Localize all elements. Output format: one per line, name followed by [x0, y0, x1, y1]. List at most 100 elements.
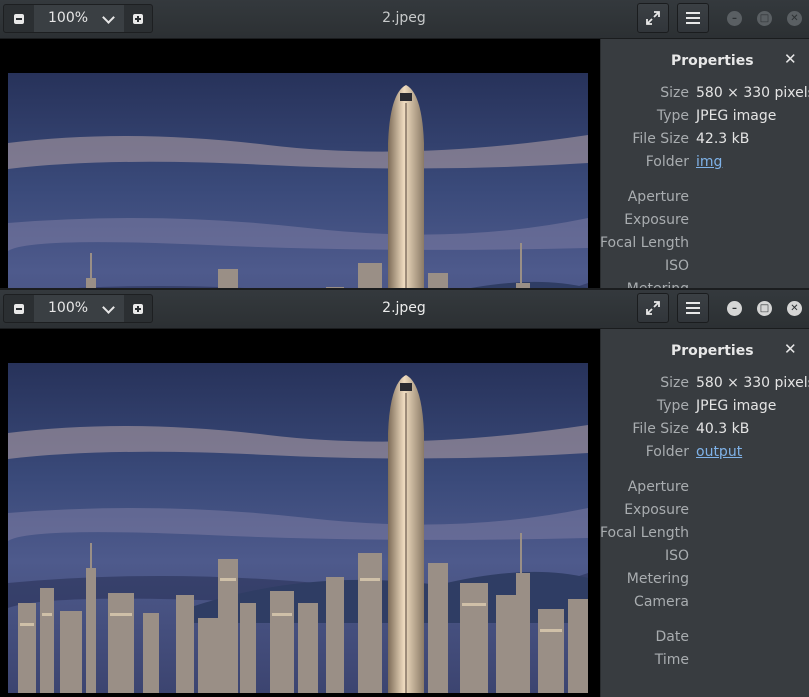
fullscreen-button[interactable] [637, 293, 669, 323]
property-key: Metering [626, 571, 689, 587]
property-row-iso: ISO [601, 258, 809, 278]
property-row-size: Size 580 × 330 pixels [601, 375, 809, 395]
property-row-focal-length: Focal Length [599, 525, 809, 545]
property-key: ISO [664, 548, 689, 564]
property-row-type: Type JPEG image [601, 398, 809, 418]
properties-panel: Properties ✕ Size 580 × 330 pixels Type JP… [600, 329, 809, 697]
property-key: Aperture [627, 479, 689, 495]
property-key: Type [656, 398, 689, 414]
property-row-file-size: File Size 42.3 kB [601, 131, 809, 151]
property-key: Date [655, 629, 689, 645]
property-value: 580 × 330 pixels [696, 375, 809, 391]
property-key: Folder [645, 154, 689, 170]
close-icon: ✕ [784, 50, 797, 68]
window-title: 2.jpeg [382, 10, 426, 26]
property-row-folder: Folder output [601, 444, 809, 464]
property-value: 42.3 kB [696, 131, 750, 147]
property-key: Aperture [627, 189, 689, 205]
property-key: File Size [632, 421, 689, 437]
property-row-time: Time [601, 652, 809, 672]
panel-title: Properties [671, 343, 754, 359]
close-panel-button[interactable]: ✕ [784, 52, 797, 67]
property-value: JPEG image [696, 398, 777, 414]
property-row-camera: Camera [601, 594, 809, 614]
zoom-out-button[interactable] [4, 295, 34, 322]
property-value: 580 × 330 pixels [696, 85, 809, 101]
window-body: Properties ✕ Size 580 × 330 pixels Type JP… [0, 329, 809, 697]
minimize-icon: – [732, 12, 737, 24]
menu-button[interactable] [677, 293, 709, 323]
close-icon: ✕ [790, 12, 799, 24]
maximize-button[interactable]: □ [757, 11, 772, 26]
property-row-iso: ISO [601, 548, 809, 568]
property-key: Type [656, 108, 689, 124]
panel-title: Properties [671, 53, 754, 69]
zoom-out-icon [14, 13, 24, 24]
zoom-control: 100% [3, 4, 153, 33]
property-row-size: Size 580 × 330 pixels [601, 85, 809, 105]
minimize-button[interactable]: – [727, 11, 742, 26]
property-row-exposure: Exposure [601, 212, 809, 232]
image-viewer-window-top: 100% 2.jpeg – □ ✕ Properties ✕ Size 580 … [0, 0, 809, 288]
zoom-level-value: 100% [48, 300, 89, 316]
property-row-metering: Metering [601, 281, 809, 288]
property-key: Exposure [624, 502, 689, 518]
property-row-aperture: Aperture [601, 479, 809, 499]
property-row-folder: Folder img [601, 154, 809, 174]
maximize-icon: □ [759, 302, 770, 314]
hamburger-menu-icon [686, 302, 700, 314]
property-key: Size [660, 85, 689, 101]
property-value: 40.3 kB [696, 421, 750, 437]
fullscreen-icon [646, 301, 660, 315]
close-icon: ✕ [784, 340, 797, 358]
window-body: Properties ✕ Size 580 × 330 pixels Type JP… [0, 39, 809, 288]
maximize-icon: □ [759, 12, 770, 24]
close-window-button[interactable]: ✕ [787, 301, 802, 316]
chevron-down-icon [102, 301, 115, 314]
zoom-in-icon [133, 303, 143, 314]
fullscreen-icon [646, 11, 660, 25]
city-skyline-photo [8, 73, 588, 288]
property-key: Camera [634, 594, 689, 610]
folder-link[interactable]: output [696, 444, 742, 460]
zoom-out-button[interactable] [4, 5, 34, 32]
zoom-in-icon [133, 13, 143, 24]
property-key: ISO [664, 258, 689, 274]
close-window-button[interactable]: ✕ [787, 11, 802, 26]
hamburger-menu-icon [686, 12, 700, 24]
property-key: Focal Length [599, 525, 689, 541]
close-icon: ✕ [790, 302, 799, 314]
property-key: Focal Length [599, 235, 689, 251]
property-key: Metering [627, 281, 689, 288]
zoom-level-value: 100% [48, 10, 89, 26]
window-title: 2.jpeg [382, 300, 426, 316]
property-row-type: Type JPEG image [601, 108, 809, 128]
property-key: Exposure [624, 212, 689, 228]
property-key: Time [654, 652, 689, 668]
property-row-date: Date [601, 629, 809, 649]
minimize-icon: – [732, 302, 737, 314]
property-key: Folder [645, 444, 689, 460]
minimize-button[interactable]: – [727, 301, 742, 316]
zoom-level-dropdown[interactable]: 100% [34, 5, 124, 32]
property-row-exposure: Exposure [601, 502, 809, 522]
menu-button[interactable] [677, 3, 709, 33]
city-skyline-photo [8, 363, 588, 693]
image-canvas[interactable] [0, 39, 600, 288]
zoom-in-button[interactable] [123, 295, 153, 322]
properties-panel: Properties ✕ Size 580 × 330 pixels Type JP… [600, 39, 809, 288]
close-panel-button[interactable]: ✕ [784, 342, 797, 357]
property-key: Size [660, 375, 689, 391]
fullscreen-button[interactable] [637, 3, 669, 33]
folder-link[interactable]: img [696, 154, 722, 170]
image-canvas[interactable] [0, 329, 600, 697]
image-viewer-window-bottom: 100% 2.jpeg – □ ✕ Properties ✕ Size 580 … [0, 290, 809, 697]
zoom-in-button[interactable] [123, 5, 153, 32]
header-bar: 100% 2.jpeg – □ ✕ [0, 0, 809, 39]
zoom-level-dropdown[interactable]: 100% [34, 295, 124, 322]
maximize-button[interactable]: □ [757, 301, 772, 316]
header-bar: 100% 2.jpeg – □ ✕ [0, 290, 809, 329]
property-row-focal-length: Focal Length [599, 235, 809, 255]
zoom-control: 100% [3, 294, 153, 323]
chevron-down-icon [102, 11, 115, 24]
